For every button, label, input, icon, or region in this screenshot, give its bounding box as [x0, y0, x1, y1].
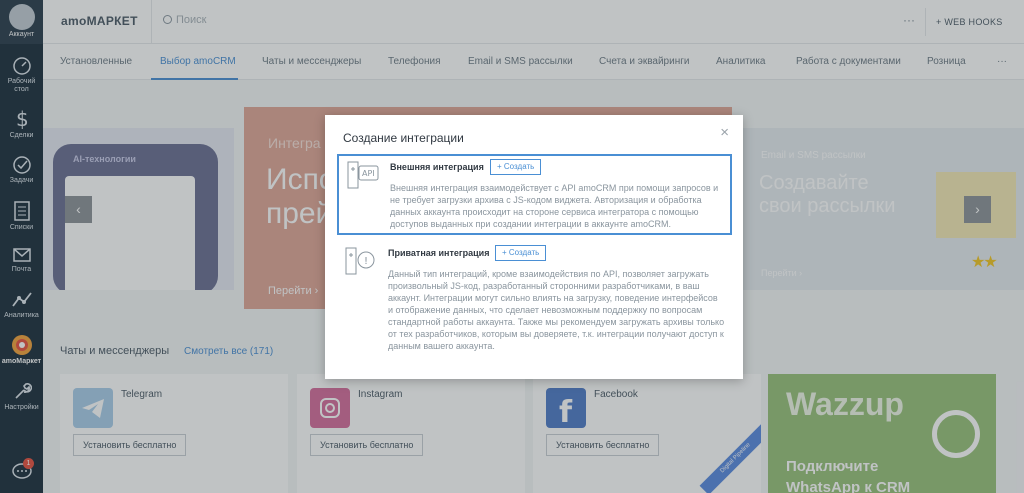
option-name: Внешняя интеграция — [390, 162, 484, 172]
option-private-integration[interactable]: ! Приватная интеграция + Создать Данный … — [337, 242, 732, 360]
private-icon-label: ! — [364, 256, 368, 267]
create-button[interactable]: + Создать — [495, 245, 547, 261]
api-icon: API — [347, 161, 379, 189]
api-icon-label: API — [362, 169, 375, 178]
create-integration-modal: Создание интеграции × API Внешняя интегр… — [325, 115, 743, 379]
option-name: Приватная интеграция — [388, 248, 490, 258]
private-warning-icon: ! — [345, 247, 375, 275]
option-external-integration[interactable]: API Внешняя интеграция + Создать Внешняя… — [337, 154, 732, 235]
close-icon[interactable]: × — [720, 124, 729, 141]
modal-title: Создание интеграции — [343, 131, 464, 145]
option-description: Внешняя интеграция взаимодействует с API… — [390, 183, 719, 229]
option-description: Данный тип интеграций, кроме взаимодейст… — [388, 269, 725, 351]
create-button[interactable]: + Создать — [490, 159, 542, 175]
